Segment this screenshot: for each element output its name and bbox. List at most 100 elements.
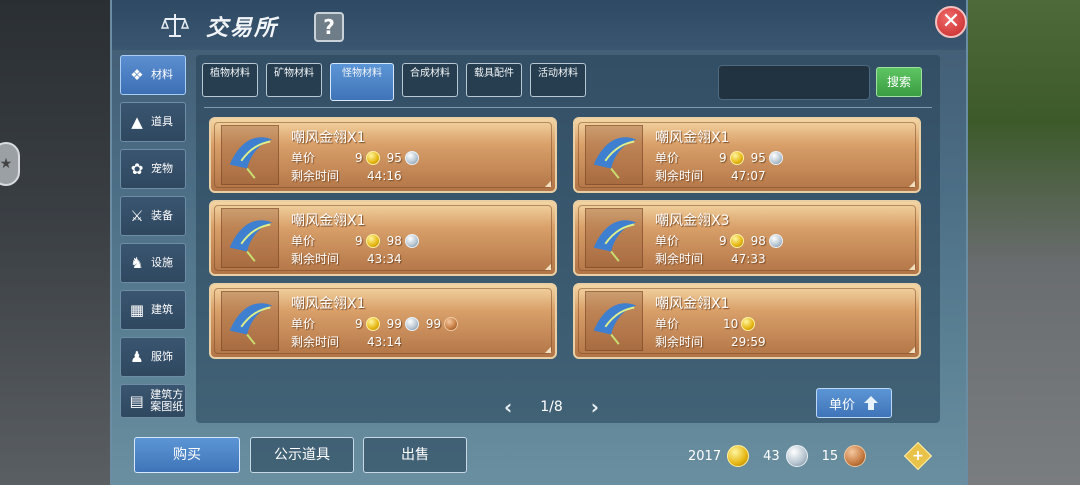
silver-coin-icon <box>768 233 783 248</box>
search-button[interactable]: 搜索 <box>876 67 922 97</box>
add-currency-button[interactable]: + <box>903 441 933 471</box>
sidebar-item-label: 材料 <box>151 68 173 81</box>
blueprint-icon: ▤ <box>129 392 144 410</box>
gold-coin-icon <box>729 150 744 165</box>
wallet-bronze: 15 <box>821 448 839 464</box>
sidebar-item-blueprints[interactable]: ▤ 建筑方案图纸 <box>120 384 186 418</box>
time-left-value: 43:34 <box>367 251 402 266</box>
listing-card[interactable]: 嘲风金翎X1 单价 10 剩余时间 29:59 ◢ <box>573 283 921 359</box>
divider <box>204 107 932 108</box>
price-row: 单价 10 <box>655 315 759 332</box>
gold-coin-icon <box>365 150 380 165</box>
next-page-button[interactable]: › <box>591 395 599 419</box>
help-button[interactable]: ? <box>314 12 344 42</box>
listing-card[interactable]: 嘲风金翎X1 单价 9 98 剩余时间 43:34 ◢ <box>209 200 557 276</box>
time-row: 剩余时间 29:59 <box>655 333 766 350</box>
tab-event-materials[interactable]: 活动材料 <box>530 63 586 97</box>
sidebar-item-label: 设施 <box>151 256 173 269</box>
price-row: 单价 9 98 <box>291 232 423 249</box>
tab-monster-materials[interactable]: 怪物材料 <box>330 63 394 101</box>
price-bronze: 99 <box>425 316 442 331</box>
gold-coin-icon <box>741 316 756 331</box>
sidebar-item-buildings[interactable]: ▦ 建筑 <box>120 290 186 330</box>
sidebar-item-equipment[interactable]: ⚔ 装备 <box>120 196 186 236</box>
time-left-value: 43:14 <box>367 334 402 349</box>
price-label: 单价 <box>655 317 680 331</box>
time-row: 剩余时间 43:14 <box>291 333 402 350</box>
scale-icon <box>160 14 190 37</box>
wallet-gold: 2017 <box>688 448 722 464</box>
feather-icon <box>221 291 279 351</box>
sidebar-item-label: 装备 <box>151 209 173 222</box>
background-scenery-right <box>965 0 1080 485</box>
listing-panel: 植物材料 矿物材料 怪物材料 合成材料 载具配件 活动材料 搜索 嘲风金翎X1 … <box>196 55 940 423</box>
prev-page-button[interactable]: ‹ <box>504 395 512 419</box>
category-sidebar: ❖ 材料 ▲ 道具 ✿ 宠物 ⚔ 装备 ♞ 设施 ▦ 建筑 ♟ 服饰 ▤ 建筑方 <box>120 55 186 425</box>
page-indicator: 1/8 <box>540 399 563 415</box>
sell-button[interactable]: 出售 <box>363 437 467 473</box>
item-name: 嘲风金翎X1 <box>291 130 366 146</box>
close-button[interactable]: ✕ <box>935 6 967 38</box>
price-row: 单价 9 95 <box>655 149 787 166</box>
pagination: ‹ 1/8 › <box>504 395 599 419</box>
price-label: 单价 <box>291 151 316 165</box>
price-label: 单价 <box>655 234 680 248</box>
tab-vehicle-parts[interactable]: 载具配件 <box>466 63 522 97</box>
time-left-value: 29:59 <box>731 334 766 349</box>
buy-button[interactable]: 购买 <box>134 437 240 473</box>
price-silver: 95 <box>386 150 402 165</box>
time-label: 剩余时间 <box>655 335 704 349</box>
sidebar-item-items[interactable]: ▲ 道具 <box>120 102 186 142</box>
price-row: 单价 9 95 <box>291 149 423 166</box>
price-label: 单价 <box>291 234 316 248</box>
tab-crafted-materials[interactable]: 合成材料 <box>402 63 458 97</box>
paw-icon: ✿ <box>130 160 144 178</box>
sidebar-item-label: 道具 <box>151 115 173 128</box>
price-row: 单价 9 98 <box>655 232 787 249</box>
tab-mineral-materials[interactable]: 矿物材料 <box>266 63 322 97</box>
price-row: 单价 9 99 99 <box>291 315 462 332</box>
item-name: 嘲风金翎X1 <box>655 296 730 312</box>
wallet: 2017 43 15 <box>688 445 880 467</box>
feather-icon <box>585 125 643 185</box>
price-silver: 98 <box>750 233 766 248</box>
sidebar-item-facilities[interactable]: ♞ 设施 <box>120 243 186 283</box>
sidebar-item-pets[interactable]: ✿ 宠物 <box>120 149 186 189</box>
silver-coin-icon <box>404 233 419 248</box>
time-left-value: 44:16 <box>367 168 402 183</box>
sort-by-price-button[interactable]: 单价 <box>816 388 892 418</box>
silver-coin-icon <box>404 150 419 165</box>
price-gold: 9 <box>355 233 363 248</box>
listing-card[interactable]: 嘲风金翎X3 单价 9 98 剩余时间 47:33 ◢ <box>573 200 921 276</box>
exchange-window: 交易所 ? ✕ ❖ 材料 ▲ 道具 ✿ 宠物 ⚔ 装备 ♞ 设施 ▦ 建筑 ♟ <box>110 0 968 485</box>
sort-arrow-icon <box>864 396 878 410</box>
sidebar-item-label: 宠物 <box>151 162 173 175</box>
side-badge-icon[interactable]: ★ <box>0 142 20 186</box>
wallet-silver: 43 <box>763 448 780 464</box>
bronze-coin-icon <box>444 316 459 331</box>
listing-card[interactable]: 嘲风金翎X1 单价 9 99 99 剩余时间 43:14 ◢ <box>209 283 557 359</box>
materials-icon: ❖ <box>130 66 144 84</box>
showcase-items-button[interactable]: 公示道具 <box>250 437 354 473</box>
feather-icon <box>585 208 643 268</box>
time-label: 剩余时间 <box>291 252 340 266</box>
search-input[interactable] <box>718 65 870 100</box>
corner-mark-icon: ◢ <box>544 179 551 188</box>
tab-plant-materials[interactable]: 植物材料 <box>202 63 258 97</box>
time-label: 剩余时间 <box>291 335 340 349</box>
sidebar-item-label: 建筑 <box>151 303 173 316</box>
sidebar-item-clothing[interactable]: ♟ 服饰 <box>120 337 186 377</box>
listing-card[interactable]: 嘲风金翎X1 单价 9 95 剩余时间 44:16 ◢ <box>209 117 557 193</box>
silver-coin-icon <box>785 445 808 467</box>
gold-coin-icon <box>729 233 744 248</box>
item-name: 嘲风金翎X1 <box>655 130 730 146</box>
sidebar-item-materials[interactable]: ❖ 材料 <box>120 55 186 95</box>
item-name: 嘲风金翎X3 <box>655 213 730 229</box>
clothing-icon: ♟ <box>130 348 144 366</box>
listing-card[interactable]: 嘲风金翎X1 单价 9 95 剩余时间 47:07 ◢ <box>573 117 921 193</box>
potion-icon: ▲ <box>131 113 143 131</box>
time-left-value: 47:07 <box>731 168 766 183</box>
time-left-value: 47:33 <box>731 251 766 266</box>
background-scenery-left <box>0 0 115 485</box>
feather-icon <box>221 208 279 268</box>
